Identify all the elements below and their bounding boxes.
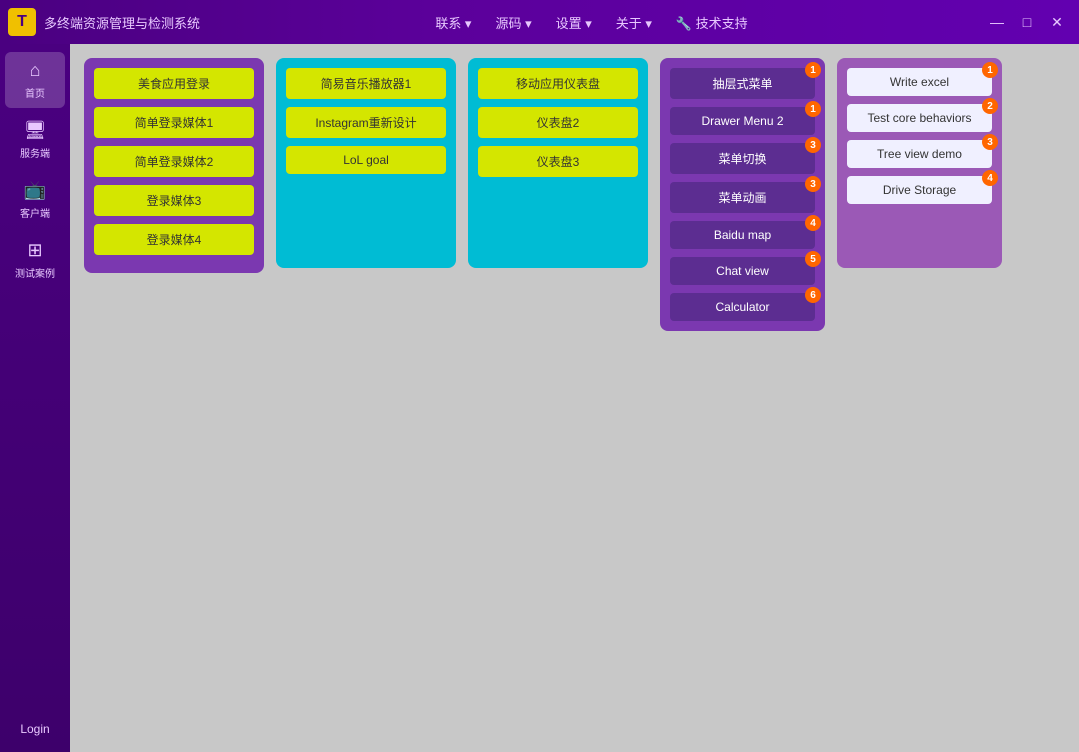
sidebar-item-client[interactable]: 📺 客户端 (5, 172, 65, 228)
sidebar-label-test: 测试案例 (15, 265, 55, 280)
btn-simple-login1[interactable]: 简单登录媒体1 (94, 107, 254, 138)
sidebar-item-test[interactable]: ⊞ 测试案例 (5, 232, 65, 288)
btn-lol-goal[interactable]: LoL goal (286, 146, 446, 174)
panel-dashboard: 移动应用仪表盘 仪表盘2 仪表盘3 (468, 58, 648, 268)
badge-menu-anim: 3 (805, 176, 821, 192)
menu-lianxi[interactable]: 联系 ▾ (425, 9, 481, 36)
main-layout: ⌂ 首页 🖥 服务端 📺 客户端 ⊞ 测试案例 Login 美食应用登录 简单登… (0, 44, 1079, 752)
sidebar-label-server: 服务端 (20, 145, 50, 160)
btn-drive-storage[interactable]: Drive Storage 4 (847, 176, 992, 204)
btn-menu-switch[interactable]: 菜单切换 3 (670, 143, 815, 174)
panel-menu: 抽层式菜单 1 Drawer Menu 2 1 菜单切换 3 菜单动画 3 Ba… (660, 58, 825, 331)
btn-food-login[interactable]: 美食应用登录 (94, 68, 254, 99)
badge-menu-switch: 3 (805, 137, 821, 153)
maximize-button[interactable]: □ (1013, 8, 1041, 36)
sidebar-item-home[interactable]: ⌂ 首页 (5, 52, 65, 108)
panel-tools: Write excel 1 Test core behaviors 2 Tree… (837, 58, 1002, 268)
badge-write-excel: 1 (982, 62, 998, 78)
btn-dashboard2[interactable]: 仪表盘2 (478, 107, 638, 138)
sidebar-bottom: Login (5, 714, 65, 744)
title-bar-left: T 多终端资源管理与检测系统 (8, 8, 200, 36)
badge-baidu-map: 4 (805, 215, 821, 231)
title-bar-menu: 联系 ▾ 源码 ▾ 设置 ▾ 关于 ▾ 🔧 技术支持 (425, 9, 757, 36)
menu-yuanma[interactable]: 源码 ▾ (485, 9, 541, 36)
sidebar-label-client: 客户端 (20, 205, 50, 220)
menu-guanyu[interactable]: 关于 ▾ (606, 9, 662, 36)
btn-baidu-map[interactable]: Baidu map 4 (670, 221, 815, 249)
title-bar: T 多终端资源管理与检测系统 联系 ▾ 源码 ▾ 设置 ▾ 关于 ▾ 🔧 技术支… (0, 0, 1079, 44)
title-bar-controls: — □ ✕ (983, 8, 1071, 36)
btn-chat-view[interactable]: Chat view 5 (670, 257, 815, 285)
badge-test-core: 2 (982, 98, 998, 114)
badge-calculator: 6 (805, 287, 821, 303)
badge-tree-view: 3 (982, 134, 998, 150)
app-logo: T (8, 8, 36, 36)
btn-calculator[interactable]: Calculator 6 (670, 293, 815, 321)
home-icon: ⌂ (30, 60, 41, 81)
btn-write-excel[interactable]: Write excel 1 (847, 68, 992, 96)
btn-mobile-dashboard[interactable]: 移动应用仪表盘 (478, 68, 638, 99)
badge-drive-storage: 4 (982, 170, 998, 186)
btn-login4[interactable]: 登录媒体4 (94, 224, 254, 255)
badge-chat-view: 5 (805, 251, 821, 267)
minimize-button[interactable]: — (983, 8, 1011, 36)
menu-support[interactable]: 🔧 技术支持 (666, 9, 758, 36)
panel-apps: 简易音乐播放器1 Instagram重新设计 LoL goal (276, 58, 456, 268)
btn-popup-menu[interactable]: 抽层式菜单 1 (670, 68, 815, 99)
menu-shezhi[interactable]: 设置 ▾ (546, 9, 602, 36)
btn-test-core-behaviors[interactable]: Test core behaviors 2 (847, 104, 992, 132)
btn-simple-login2[interactable]: 简单登录媒体2 (94, 146, 254, 177)
btn-tree-view-demo[interactable]: Tree view demo 3 (847, 140, 992, 168)
sidebar-label-home: 首页 (25, 85, 45, 100)
btn-music-player[interactable]: 简易音乐播放器1 (286, 68, 446, 99)
badge-drawer-menu2: 1 (805, 101, 821, 117)
btn-dashboard3[interactable]: 仪表盘3 (478, 146, 638, 177)
content-area: 美食应用登录 简单登录媒体1 简单登录媒体2 登录媒体3 登录媒体4 简易音乐播… (70, 44, 1079, 752)
test-icon: ⊞ (27, 240, 42, 261)
close-button[interactable]: ✕ (1043, 8, 1071, 36)
badge-popup-menu: 1 (805, 62, 821, 78)
app-title: 多终端资源管理与检测系统 (44, 13, 200, 32)
client-icon: 📺 (24, 180, 46, 201)
sidebar-item-server[interactable]: 🖥 服务端 (5, 112, 65, 168)
btn-menu-anim[interactable]: 菜单动画 3 (670, 182, 815, 213)
server-icon: 🖥 (24, 120, 47, 141)
btn-drawer-menu2[interactable]: Drawer Menu 2 1 (670, 107, 815, 135)
panel-login: 美食应用登录 简单登录媒体1 简单登录媒体2 登录媒体3 登录媒体4 (84, 58, 264, 273)
btn-login3[interactable]: 登录媒体3 (94, 185, 254, 216)
sidebar: ⌂ 首页 🖥 服务端 📺 客户端 ⊞ 测试案例 Login (0, 44, 70, 752)
btn-instagram[interactable]: Instagram重新设计 (286, 107, 446, 138)
login-button[interactable]: Login (5, 714, 65, 744)
